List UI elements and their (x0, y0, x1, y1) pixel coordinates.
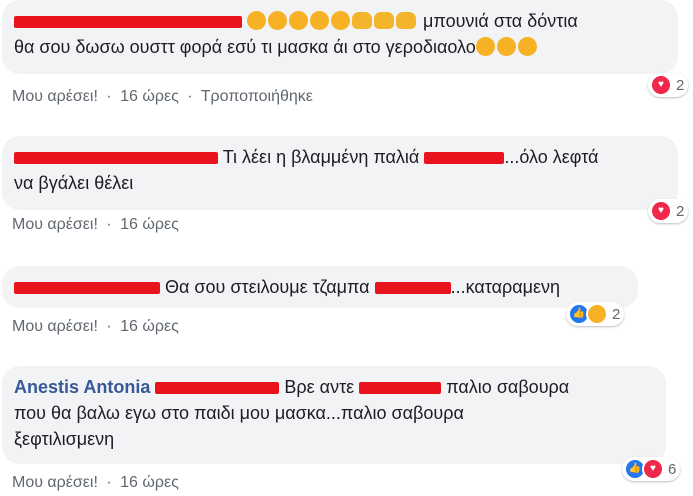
reaction-summary[interactable]: ♥ 2 (648, 199, 689, 223)
redacted-author-name[interactable] (14, 282, 160, 295)
separator: · (106, 474, 112, 491)
separator: · (187, 88, 193, 105)
comment-text: θα σου δωσω ουσττ φορά εσύ τι μασκα άι σ… (14, 37, 476, 57)
heart-icon: ♥ (642, 458, 664, 480)
separator: · (106, 216, 112, 233)
redacted-text (374, 282, 451, 295)
reaction-summary[interactable]: ♥ 2 (648, 73, 689, 97)
comment-text: παλιο σαβουρα (446, 377, 570, 397)
comment-actions: Μου αρέσει! · 16 ώρες (12, 318, 183, 336)
fist-emoji-icon (374, 12, 395, 29)
separator: · (106, 318, 112, 335)
comment-bubble: Anestis Antonia Βρε αντε παλιο σαβουρα π… (2, 366, 666, 464)
like-link[interactable]: Μου αρέσει! (12, 216, 98, 233)
angry-emoji-icon (268, 11, 288, 30)
angry-emoji-icon (496, 37, 516, 56)
fist-emoji-icon (396, 12, 417, 29)
redacted-author-name[interactable] (14, 152, 218, 165)
redacted-text (424, 152, 505, 165)
angry-emoji-icon (517, 37, 537, 56)
angry-emoji-icon (247, 11, 267, 30)
like-link[interactable]: Μου αρέσει! (12, 318, 98, 335)
timestamp-link[interactable]: 16 ώρες (120, 318, 179, 335)
comment-text: που θα βαλω εγω στο παιδι μου μασκα...πα… (14, 403, 464, 423)
reaction-count: 2 (676, 76, 685, 94)
angry-emoji-icon (475, 37, 495, 56)
comment-text: ...καταραμενη (450, 277, 561, 297)
comment-text: Βρε αντε (284, 377, 355, 397)
separator: · (106, 88, 112, 105)
heart-icon: ♥ (650, 200, 672, 222)
comment-bubble: Θα σου στειλουμε τζαμπα ...καταραμενη (2, 266, 638, 308)
heart-icon: ♥ (650, 74, 672, 96)
reaction-count: 2 (676, 202, 685, 220)
timestamp-link[interactable]: 16 ώρες (120, 474, 179, 491)
timestamp-link[interactable]: 16 ώρες (120, 216, 179, 233)
angry-emoji-icon (310, 11, 330, 30)
angry-emoji-icon (289, 11, 309, 30)
reaction-summary[interactable]: 👍 2 (566, 302, 625, 326)
redacted-author-name[interactable] (155, 382, 280, 395)
reaction-count: 2 (612, 305, 621, 323)
comment-text: ...όλο λεφτά (504, 147, 599, 167)
fist-emoji-icon (352, 12, 373, 29)
like-link[interactable]: Μου αρέσει! (12, 474, 98, 491)
comment-actions: Μου αρέσει! · 16 ώρες (12, 474, 183, 492)
comment-bubble: μπουνιά στα δόντια θα σου δωσω ουσττ φορ… (2, 0, 678, 74)
reaction-count: 6 (668, 460, 677, 478)
like-link[interactable]: Μου αρέσει! (12, 88, 98, 105)
reaction-summary[interactable]: 👍 ♥ 6 (622, 457, 681, 481)
comment-text: μπουνιά στα δόντια (423, 11, 578, 31)
angry-emoji-icon (331, 11, 351, 30)
comment-text: να βγάλει θέλει (14, 173, 134, 193)
edited-label[interactable]: Τροποποιήθηκε (201, 88, 313, 105)
comment-text: Τι λέει η βλαμμένη παλιά (222, 147, 420, 167)
comment-text: Θα σου στειλουμε τζαμπα (165, 277, 370, 297)
redacted-text (359, 382, 442, 395)
comment-actions: Μου αρέσει! · 16 ώρες · Τροποποιήθηκε (12, 88, 317, 106)
comment-author[interactable]: Anestis Antonia (14, 377, 150, 397)
comment-actions: Μου αρέσει! · 16 ώρες (12, 216, 183, 234)
comment-text: ξεφτιλισμενη (14, 429, 115, 449)
comment-bubble: Τι λέει η βλαμμένη παλιά ...όλο λεφτά να… (2, 136, 678, 210)
laughing-face-icon (586, 303, 608, 325)
timestamp-link[interactable]: 16 ώρες (120, 88, 179, 105)
redacted-author-name[interactable] (14, 16, 242, 29)
